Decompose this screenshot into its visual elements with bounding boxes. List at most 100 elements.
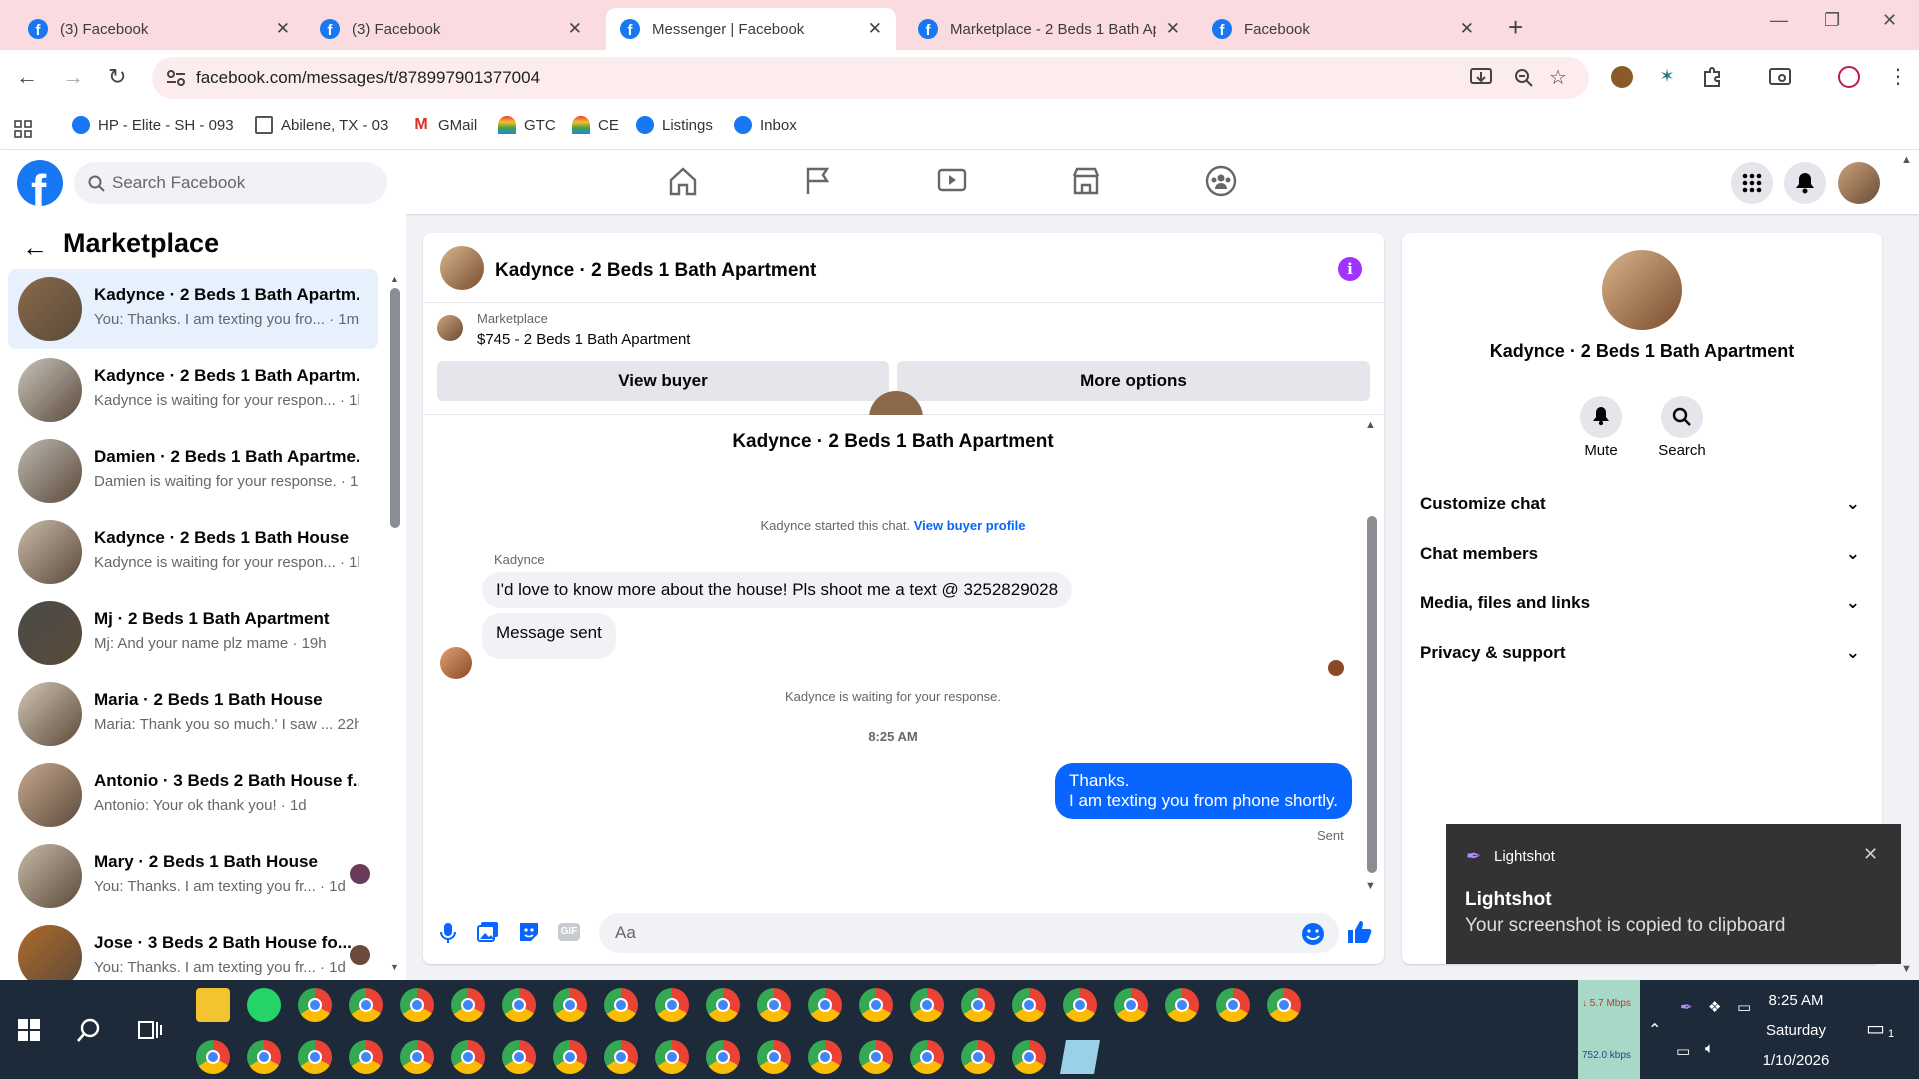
- outgoing-message-bubble[interactable]: Thanks. I am texting you from phone shor…: [1055, 763, 1352, 819]
- network-icon[interactable]: ▭: [1676, 1042, 1690, 1060]
- bookmark-item[interactable]: Listings: [636, 116, 713, 134]
- tab-search-icon[interactable]: [1769, 66, 1791, 88]
- close-tab-icon[interactable]: ✕: [276, 19, 290, 39]
- url-text[interactable]: facebook.com/messages/t/878997901377004: [196, 68, 540, 88]
- chat-scrollbar[interactable]: [1367, 516, 1377, 873]
- thumbs-up-icon[interactable]: [1346, 919, 1372, 945]
- view-buyer-profile-link[interactable]: View buyer profile: [914, 518, 1026, 533]
- scroll-down-icon[interactable]: ▼: [390, 962, 399, 972]
- close-tab-icon[interactable]: ✕: [1166, 19, 1180, 39]
- microphone-icon[interactable]: [440, 922, 456, 944]
- message-input[interactable]: Aa: [599, 913, 1339, 953]
- bookmark-item[interactable]: GTC: [498, 116, 556, 134]
- bookmark-item[interactable]: CE: [572, 116, 619, 134]
- close-window-button[interactable]: ✕: [1882, 10, 1897, 31]
- conversation-item[interactable]: Kadynce · 2 Beds 1 Bath Apartm... You: Th…: [8, 269, 378, 349]
- facebook-logo-icon[interactable]: f: [17, 160, 63, 206]
- forward-icon[interactable]: →: [62, 64, 84, 90]
- chrome-window-icon[interactable]: [910, 988, 944, 1022]
- bookmark-item[interactable]: M GMail: [412, 116, 477, 134]
- install-app-icon[interactable]: [1470, 68, 1492, 88]
- chrome-window-icon[interactable]: [757, 1040, 791, 1074]
- mute-button[interactable]: [1580, 396, 1622, 438]
- bookmark-item[interactable]: Abilene, TX - 03: [255, 116, 388, 134]
- windows-start-icon[interactable]: [18, 1019, 40, 1041]
- chrome-window-icon[interactable]: [604, 1040, 638, 1074]
- scroll-up-icon[interactable]: ▲: [1365, 419, 1376, 431]
- chrome-window-icon[interactable]: [910, 1040, 944, 1074]
- chrome-window-icon[interactable]: [298, 1040, 332, 1074]
- address-bar[interactable]: facebook.com/messages/t/878997901377004 …: [152, 57, 1589, 99]
- search-icon[interactable]: [76, 1017, 102, 1043]
- emoji-icon[interactable]: [1301, 922, 1325, 946]
- chrome-window-icon[interactable]: [349, 988, 383, 1022]
- chrome-window-icon[interactable]: [553, 1040, 587, 1074]
- incoming-message-bubble[interactable]: Message sent: [482, 613, 616, 659]
- sticker-icon[interactable]: [518, 921, 540, 943]
- file-explorer-icon[interactable]: [196, 988, 230, 1022]
- bookmark-item[interactable]: Inbox: [734, 116, 797, 134]
- incoming-message-bubble[interactable]: I'd love to know more about the house! P…: [482, 572, 1073, 608]
- chrome-window-icon[interactable]: [808, 1040, 842, 1074]
- chrome-window-icon[interactable]: [859, 988, 893, 1022]
- conversation-item[interactable]: Kadynce · 2 Beds 1 Bath House Kadynce is …: [8, 512, 378, 592]
- gif-icon[interactable]: GIF: [558, 923, 580, 941]
- whatsapp-icon[interactable]: [247, 988, 281, 1022]
- facebook-search-input[interactable]: Search Facebook: [74, 162, 387, 204]
- chrome-window-icon[interactable]: [1216, 988, 1250, 1022]
- chrome-window-icon[interactable]: [1114, 988, 1148, 1022]
- scroll-down-icon[interactable]: ▼: [1365, 880, 1376, 892]
- home-icon[interactable]: [666, 164, 700, 198]
- chrome-window-icon[interactable]: [859, 1040, 893, 1074]
- volume-icon[interactable]: 🔈︎: [1705, 1040, 1714, 1057]
- close-notification-icon[interactable]: ✕: [1863, 844, 1878, 865]
- chrome-window-icon[interactable]: [349, 1040, 383, 1074]
- browser-tab[interactable]: f (3) Facebook ✕: [14, 8, 304, 50]
- notification-center-icon[interactable]: ▭: [1866, 1016, 1885, 1041]
- chrome-window-icon[interactable]: [400, 988, 434, 1022]
- chrome-window-icon[interactable]: [196, 1040, 230, 1074]
- extension-icon[interactable]: ✶: [1656, 66, 1678, 88]
- accordion-chat-members[interactable]: Chat members ⌄: [1420, 532, 1860, 576]
- chrome-window-icon[interactable]: [1165, 988, 1199, 1022]
- chrome-window-icon[interactable]: [247, 1040, 281, 1074]
- conversation-item[interactable]: Antonio · 3 Beds 2 Bath House f... Antoni…: [8, 755, 378, 835]
- chat-avatar[interactable]: [440, 246, 484, 290]
- chrome-window-icon[interactable]: [757, 988, 791, 1022]
- conversation-item[interactable]: Kadynce · 2 Beds 1 Bath Apartm... Kadynce…: [8, 350, 378, 430]
- clock-date[interactable]: 1/10/2026: [1746, 1052, 1846, 1069]
- chrome-window-icon[interactable]: [451, 1040, 485, 1074]
- chrome-window-icon[interactable]: [451, 988, 485, 1022]
- apps-grid-icon[interactable]: [14, 120, 32, 138]
- restore-button[interactable]: ❐: [1824, 10, 1840, 31]
- new-tab-button[interactable]: +: [1508, 12, 1523, 43]
- photo-icon[interactable]: [477, 921, 499, 943]
- bookmark-star-icon[interactable]: ☆: [1549, 65, 1567, 90]
- network-speed-widget[interactable]: ↓ 5.7 Mbps 752.0 kbps: [1578, 980, 1640, 1079]
- back-arrow-icon[interactable]: ←: [22, 232, 48, 263]
- chrome-window-icon[interactable]: [655, 1040, 689, 1074]
- chrome-window-icon[interactable]: [1063, 988, 1097, 1022]
- back-icon[interactable]: ←: [16, 64, 38, 90]
- chrome-window-icon[interactable]: [400, 1040, 434, 1074]
- account-avatar[interactable]: [1838, 162, 1880, 204]
- view-buyer-button[interactable]: View buyer: [437, 361, 889, 401]
- page-scroll-up-icon[interactable]: ▲: [1901, 154, 1912, 166]
- dropbox-tray-icon[interactable]: ❖: [1708, 998, 1721, 1016]
- marketplace-icon[interactable]: [1069, 164, 1103, 198]
- search-in-chat-button[interactable]: [1661, 396, 1703, 438]
- chrome-window-icon[interactable]: [604, 988, 638, 1022]
- zoom-icon[interactable]: [1514, 68, 1534, 88]
- left-scrollbar[interactable]: [390, 288, 400, 528]
- accordion-media-files-links[interactable]: Media, files and links ⌄: [1420, 581, 1860, 625]
- more-options-button[interactable]: More options: [897, 361, 1370, 401]
- cookie-extension-icon[interactable]: [1611, 66, 1633, 88]
- close-tab-icon[interactable]: ✕: [568, 19, 582, 39]
- chrome-window-icon[interactable]: [502, 1040, 536, 1074]
- lightshot-notification[interactable]: ✒ Lightshot ✕ Lightshot Your screenshot …: [1446, 824, 1901, 964]
- accordion-privacy-support[interactable]: Privacy & support ⌄: [1420, 631, 1860, 675]
- menu-kebab-icon[interactable]: ⋮: [1888, 64, 1908, 89]
- lightshot-tray-icon[interactable]: ✒: [1680, 998, 1693, 1016]
- reload-icon[interactable]: ↻: [108, 64, 126, 90]
- site-info-icon[interactable]: [166, 69, 186, 87]
